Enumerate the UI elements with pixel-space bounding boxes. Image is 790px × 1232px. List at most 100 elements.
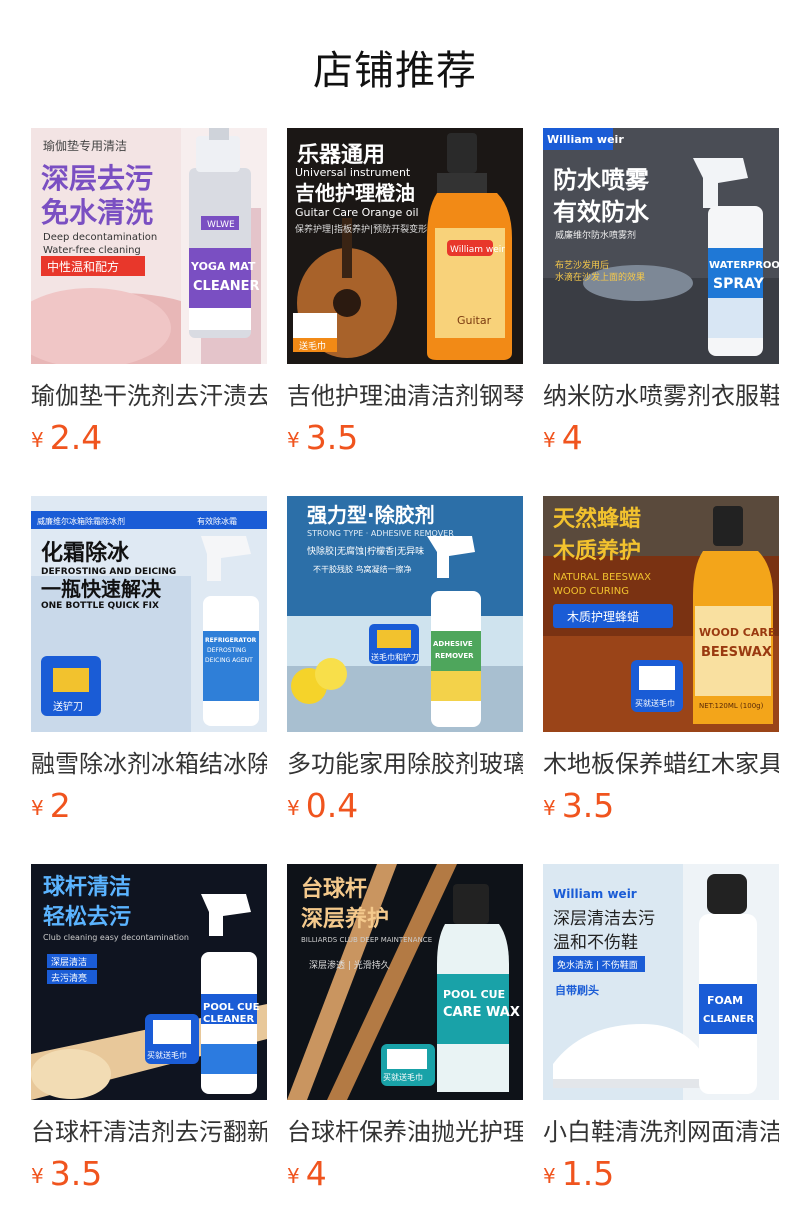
product-name[interactable]: 多功能家用除胶剂玻璃	[287, 748, 523, 780]
image-text: 深层清洁去污	[553, 909, 655, 929]
image-text: 买就送毛巾	[635, 698, 675, 708]
image-text: 天然蜂蜡	[553, 506, 641, 532]
product-image[interactable]: 强力型·除胶剂 STRONG TYPE · ADHESIVE REMOVER 快…	[287, 496, 523, 732]
image-text: 威廉维尔防水喷雾剂	[555, 229, 636, 241]
product-price: ¥4	[287, 1154, 327, 1194]
image-text: YOGA MAT	[190, 260, 256, 273]
product-name[interactable]: 吉他护理油清洁剂钢琴	[287, 380, 523, 412]
image-text: Deep decontamination	[43, 232, 157, 243]
image-text: William weir	[553, 887, 637, 901]
image-text: WLWE	[207, 220, 235, 230]
product-name[interactable]: 台球杆保养油抛光护理	[287, 1116, 523, 1148]
image-text: 乐器通用	[297, 143, 385, 168]
product-card[interactable]: 瑜伽垫专用清洁 深层去污 免水清洗 Deep decontamination W…	[31, 128, 267, 468]
image-text: 布艺沙发用后	[555, 259, 609, 271]
image-text: 防水喷雾	[553, 166, 650, 194]
image-text: CLEANER	[203, 1014, 254, 1025]
image-text: 威廉维尔冰箱除霜除冰剂	[37, 516, 125, 526]
product-image[interactable]: 球杆清洁 轻松去污 Club cleaning easy decontamina…	[31, 864, 267, 1100]
image-text: 瑜伽垫专用清洁	[43, 138, 127, 153]
currency-symbol: ¥	[287, 428, 300, 452]
image-text: WATERPROOF	[709, 260, 779, 271]
image-text: CLEANER	[193, 279, 260, 294]
currency-symbol: ¥	[31, 796, 44, 820]
image-text: WOOD CURING	[553, 586, 629, 597]
currency-symbol: ¥	[31, 1164, 44, 1188]
currency-symbol: ¥	[287, 1164, 300, 1188]
image-text: William weir	[547, 133, 624, 146]
image-text: POOL CUE	[443, 988, 505, 1001]
image-text: DEFROSTING AND DEICING	[41, 567, 176, 577]
product-price: ¥1.5	[543, 1154, 614, 1194]
image-text: CARE WAX	[443, 1005, 520, 1020]
product-card[interactable]: 台球杆 深层养护 BILLIARDS CLUB DEEP MAINTENANCE…	[287, 864, 523, 1204]
price-value: 3.5	[49, 1154, 103, 1193]
price-value: 4	[561, 418, 583, 457]
product-name[interactable]: 小白鞋清洗剂网面清洁	[543, 1116, 779, 1148]
image-text: 自带刷头	[555, 983, 599, 997]
image-text: NATURAL BEESWAX	[553, 572, 651, 583]
product-price: ¥2	[31, 786, 71, 826]
image-text: POOL CUE	[203, 1002, 260, 1013]
product-image[interactable]: William weir 防水喷雾 有效防水 威廉维尔防水喷雾剂 布艺沙发用后 …	[543, 128, 779, 364]
image-text: 送铲刀	[53, 700, 83, 713]
image-text: DEFROSTING	[207, 647, 246, 654]
product-image[interactable]: 天然蜂蜡 木质养护 NATURAL BEESWAX WOOD CURING 木质…	[543, 496, 779, 732]
product-name[interactable]: 融雪除冰剂冰箱结冰除霜	[31, 748, 267, 780]
product-price: ¥0.4	[287, 786, 358, 826]
currency-symbol: ¥	[543, 428, 556, 452]
image-text: 吉他护理橙油	[295, 181, 415, 205]
image-text: 买就送毛巾	[383, 1072, 423, 1082]
product-image[interactable]: 台球杆 深层养护 BILLIARDS CLUB DEEP MAINTENANCE…	[287, 864, 523, 1100]
image-text: 化霜除冰	[41, 540, 130, 566]
product-name[interactable]: 纳米防水喷雾剂衣服鞋	[543, 380, 779, 412]
price-value: 2	[49, 786, 71, 825]
image-text: Water-free cleaning	[43, 245, 141, 256]
product-image[interactable]: 乐器通用 Universal instrument 吉他护理橙油 Guitar …	[287, 128, 523, 364]
image-text: Guitar	[457, 314, 492, 327]
product-price: ¥3.5	[543, 786, 614, 826]
image-text: REMOVER	[435, 652, 474, 660]
image-text: 木质护理蜂蜡	[567, 610, 639, 624]
image-text: 免水清洗	[41, 196, 153, 229]
image-text: ONE BOTTLE QUICK FIX	[41, 601, 159, 611]
product-card[interactable]: 强力型·除胶剂 STRONG TYPE · ADHESIVE REMOVER 快…	[287, 496, 523, 836]
product-card[interactable]: William weir 防水喷雾 有效防水 威廉维尔防水喷雾剂 布艺沙发用后 …	[543, 128, 779, 468]
image-text: 去污清亮	[51, 972, 87, 984]
image-text: Guitar Care Orange oil	[295, 206, 419, 219]
image-text: Universal instrument	[295, 166, 411, 179]
price-value: 0.4	[305, 786, 359, 825]
image-text: CLEANER	[703, 1014, 754, 1025]
product-card[interactable]: 天然蜂蜡 木质养护 NATURAL BEESWAX WOOD CURING 木质…	[543, 496, 779, 836]
currency-symbol: ¥	[543, 1164, 556, 1188]
image-text: 有效除冰霜	[197, 516, 237, 526]
image-text: 轻松去污	[43, 904, 131, 930]
image-text: 一瓶快速解决	[41, 577, 162, 601]
product-card[interactable]: 球杆清洁 轻松去污 Club cleaning easy decontamina…	[31, 864, 267, 1204]
image-text: Club cleaning easy decontamination	[43, 933, 189, 942]
product-card[interactable]: William weir 深层清洁去污 温和不伤鞋 免水清洗 | 不伤鞋面 自带…	[543, 864, 779, 1204]
product-image[interactable]: 威廉维尔冰箱除霜除冰剂 有效除冰霜 化霜除冰 DEFROSTING AND DE…	[31, 496, 267, 732]
image-text: 木质养护	[552, 538, 641, 564]
image-text: BILLIARDS CLUB DEEP MAINTENANCE	[301, 936, 432, 944]
product-name[interactable]: 台球杆清洁剂去污翻新	[31, 1116, 267, 1148]
currency-symbol: ¥	[543, 796, 556, 820]
product-name[interactable]: 木地板保养蜡红木家具	[543, 748, 779, 780]
product-name[interactable]: 瑜伽垫干洗剂去汗渍去污	[31, 380, 267, 412]
image-text: STRONG TYPE · ADHESIVE REMOVER	[307, 529, 454, 538]
price-value: 2.4	[49, 418, 103, 457]
image-text: 中性温和配方	[47, 259, 119, 274]
product-image[interactable]: William weir 深层清洁去污 温和不伤鞋 免水清洗 | 不伤鞋面 自带…	[543, 864, 779, 1100]
image-text: ADHESIVE	[433, 640, 473, 648]
image-text: REFRIGERATOR	[205, 637, 257, 644]
product-image[interactable]: 瑜伽垫专用清洁 深层去污 免水清洗 Deep decontamination W…	[31, 128, 267, 364]
image-text: 保养护理|指板养护|预防开裂变形	[295, 223, 427, 235]
image-text: 送毛巾	[299, 340, 326, 352]
image-text: SPRAY	[713, 276, 765, 292]
image-text: DEICING AGENT	[205, 657, 253, 664]
product-card[interactable]: 威廉维尔冰箱除霜除冰剂 有效除冰霜 化霜除冰 DEFROSTING AND DE…	[31, 496, 267, 836]
currency-symbol: ¥	[31, 428, 44, 452]
image-text: 快除胶|无腐蚀|柠檬香|无异味	[307, 545, 424, 557]
product-card[interactable]: 乐器通用 Universal instrument 吉他护理橙油 Guitar …	[287, 128, 523, 468]
product-price: ¥3.5	[31, 1154, 102, 1194]
